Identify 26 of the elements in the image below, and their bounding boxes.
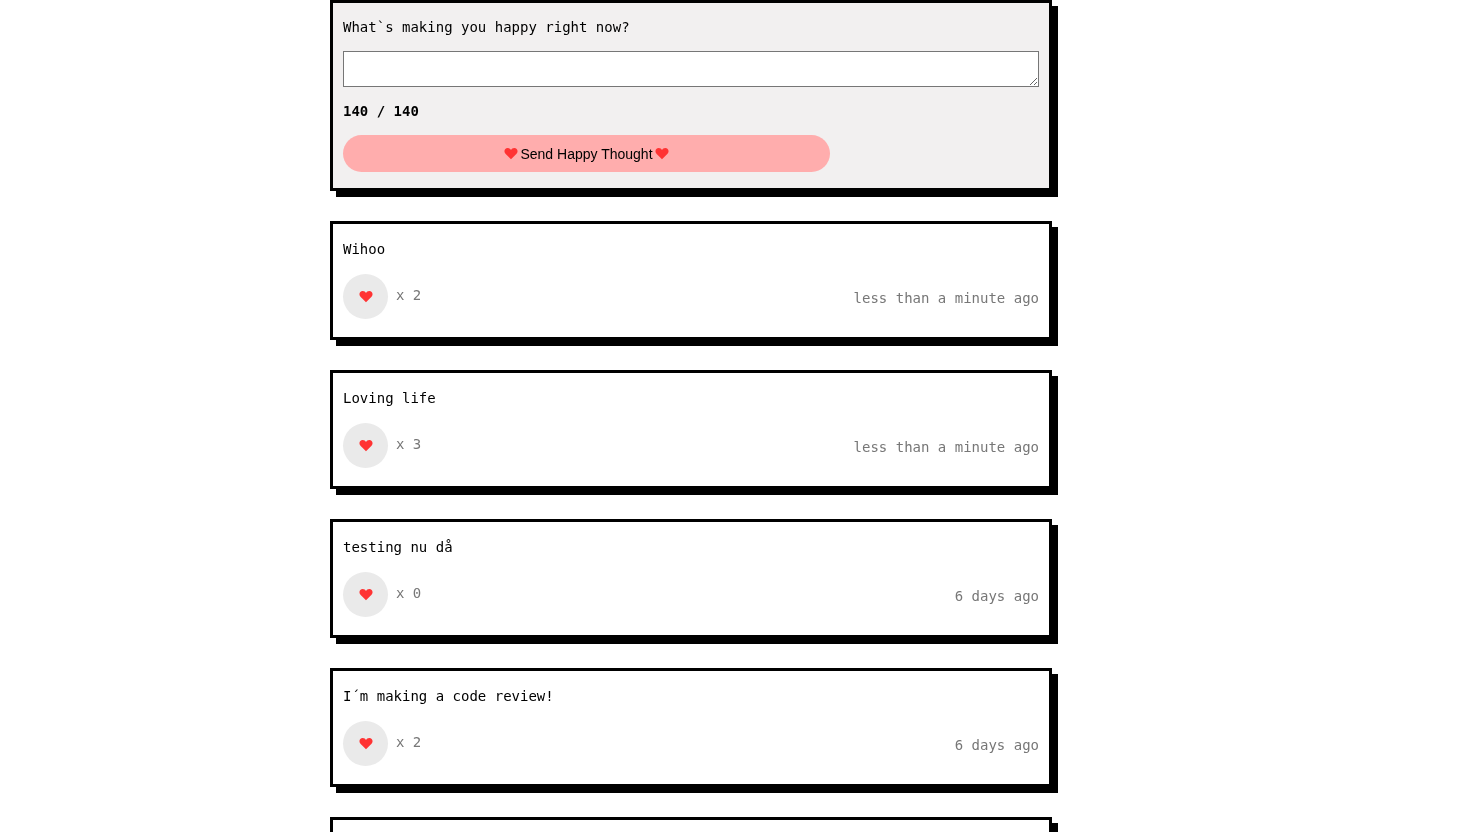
heart-icon bbox=[358, 737, 373, 750]
like-count: x 0 bbox=[396, 585, 422, 601]
like-count: x 2 bbox=[396, 287, 422, 303]
post-time: 6 days ago bbox=[954, 737, 1039, 753]
heart-icon bbox=[358, 588, 373, 601]
thought-message: Wihoo bbox=[343, 241, 387, 258]
heart-icon bbox=[504, 147, 519, 160]
character-counter: 140 / 140 bbox=[343, 103, 420, 120]
thought-message: Loving life bbox=[343, 390, 437, 407]
thought-message: testing nu då bbox=[343, 539, 454, 556]
thought-input[interactable] bbox=[343, 51, 1039, 87]
post-time: less than a minute ago bbox=[853, 290, 1039, 306]
post-time: 6 days ago bbox=[954, 588, 1039, 604]
like-button[interactable] bbox=[343, 274, 388, 319]
like-button[interactable] bbox=[343, 423, 388, 468]
heart-icon bbox=[654, 147, 669, 160]
heart-icon bbox=[358, 439, 373, 452]
thought-message: I´m making a code review! bbox=[343, 688, 555, 705]
question-label: What`s making you happy right now? bbox=[343, 19, 631, 36]
heart-icon bbox=[358, 290, 373, 303]
like-button[interactable] bbox=[343, 572, 388, 617]
like-count: x 2 bbox=[396, 734, 422, 750]
like-count: x 3 bbox=[396, 436, 422, 452]
send-button[interactable]: Send Happy Thought bbox=[343, 135, 830, 172]
post-time: less than a minute ago bbox=[853, 439, 1039, 455]
like-button[interactable] bbox=[343, 721, 388, 766]
